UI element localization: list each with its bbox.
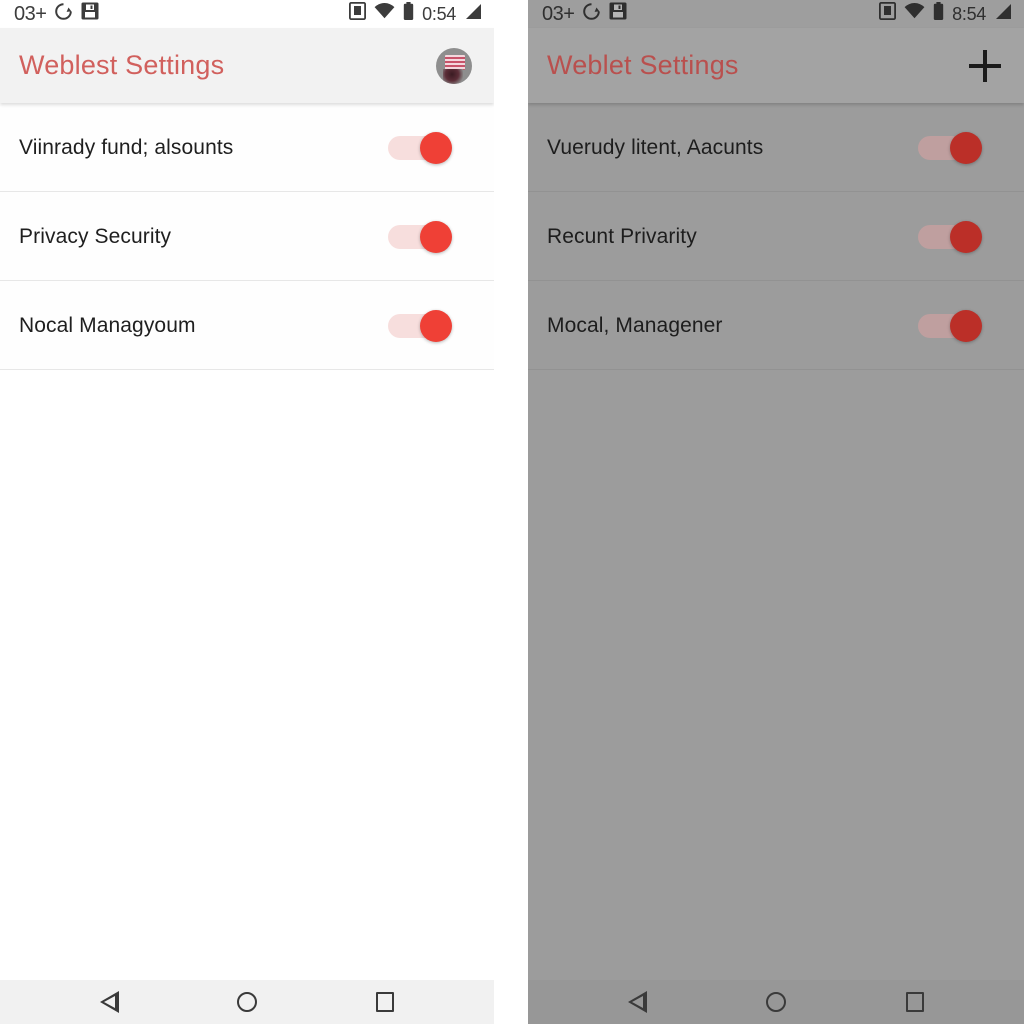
avatar-figure xyxy=(443,68,463,84)
settings-row[interactable]: Recunt Privarity xyxy=(528,192,1024,281)
sync-icon xyxy=(54,2,73,27)
settings-row[interactable]: Mocal, Managener xyxy=(528,281,1024,370)
back-button[interactable] xyxy=(615,986,659,1018)
sd-card-icon xyxy=(349,1,367,26)
left-status-right-group: 0:54 xyxy=(349,1,482,26)
settings-row-label: Mocal, Managener xyxy=(547,313,723,337)
back-triangle-icon xyxy=(627,991,647,1013)
battery-icon xyxy=(403,2,414,26)
right-status-bar: 03+ 8:54 xyxy=(528,0,1024,28)
recents-button[interactable] xyxy=(363,986,407,1018)
recents-square-icon xyxy=(376,992,394,1012)
right-status-right-group: 8:54 xyxy=(879,1,1012,26)
settings-toggle[interactable] xyxy=(388,220,452,253)
settings-toggle[interactable] xyxy=(918,220,982,253)
save-icon xyxy=(81,2,99,26)
right-app-bar: Weblet Settings xyxy=(528,28,1024,103)
right-settings-list: Vuerudy litent, Aacunts Recunt Privarity… xyxy=(528,103,1024,980)
back-button[interactable] xyxy=(87,986,131,1018)
notification-count: 03+ xyxy=(14,2,47,25)
avatar-stripes xyxy=(445,54,465,70)
settings-toggle[interactable] xyxy=(918,309,982,342)
settings-row-label: Vuerudy litent, Aacunts xyxy=(547,135,764,159)
left-phone-panel: 03+ 0:54 Weblest Settings Viinrady fund;… xyxy=(0,0,494,1024)
settings-row-label: Viinrady fund; alsounts xyxy=(19,135,234,159)
app-title: Weblet Settings xyxy=(547,50,739,80)
app-title: Weblest Settings xyxy=(19,50,225,80)
settings-row[interactable]: Nocal Managyoum xyxy=(0,281,494,370)
toggle-thumb xyxy=(420,220,452,253)
toggle-thumb xyxy=(420,131,452,164)
home-circle-icon xyxy=(237,992,257,1012)
recents-button[interactable] xyxy=(893,986,937,1018)
signal-icon xyxy=(464,3,482,26)
left-settings-list: Viinrady fund; alsounts Privacy Security… xyxy=(0,103,494,980)
notification-count: 03+ xyxy=(542,2,575,25)
status-time: 0:54 xyxy=(422,3,456,24)
settings-toggle[interactable] xyxy=(388,309,452,342)
add-icon[interactable] xyxy=(968,49,1002,83)
left-status-left-group: 03+ xyxy=(14,2,99,27)
settings-row[interactable]: Vuerudy litent, Aacunts xyxy=(528,103,1024,192)
sd-card-icon xyxy=(879,1,897,26)
avatar[interactable] xyxy=(436,47,472,84)
settings-toggle[interactable] xyxy=(918,131,982,164)
settings-row[interactable]: Viinrady fund; alsounts xyxy=(0,103,494,192)
wifi-icon xyxy=(374,2,395,25)
settings-row[interactable]: Privacy Security xyxy=(0,192,494,281)
right-phone-panel: 03+ 8:54 Weblet Settings Vuerudy litent,… xyxy=(528,0,1024,1024)
left-empty-area xyxy=(0,370,494,980)
toggle-thumb xyxy=(950,131,982,164)
wifi-icon xyxy=(904,2,925,25)
settings-row-label: Privacy Security xyxy=(19,224,172,248)
left-app-bar: Weblest Settings xyxy=(0,28,494,103)
settings-row-label: Recunt Privarity xyxy=(547,224,697,248)
back-triangle-icon xyxy=(99,991,119,1013)
dual-phone-screenshot: 03+ 0:54 Weblest Settings Viinrady fund;… xyxy=(0,0,1024,1024)
toggle-thumb xyxy=(950,309,982,342)
left-nav-bar xyxy=(0,980,494,1024)
right-nav-bar xyxy=(528,980,1024,1024)
toggle-thumb xyxy=(950,220,982,253)
toggle-thumb xyxy=(420,309,452,342)
right-empty-area xyxy=(528,370,1024,980)
home-button[interactable] xyxy=(225,986,269,1018)
settings-toggle[interactable] xyxy=(388,131,452,164)
settings-row-label: Nocal Managyoum xyxy=(19,313,196,337)
home-button[interactable] xyxy=(754,986,798,1018)
panel-separator xyxy=(494,0,528,1024)
home-circle-icon xyxy=(765,992,786,1012)
left-status-bar: 03+ 0:54 xyxy=(0,0,494,28)
right-status-left-group: 03+ xyxy=(542,2,627,27)
status-time: 8:54 xyxy=(952,3,986,24)
signal-icon xyxy=(994,3,1012,26)
sync-icon xyxy=(582,2,601,27)
battery-icon xyxy=(933,2,944,26)
save-icon xyxy=(609,2,627,26)
recents-square-icon xyxy=(905,992,924,1012)
